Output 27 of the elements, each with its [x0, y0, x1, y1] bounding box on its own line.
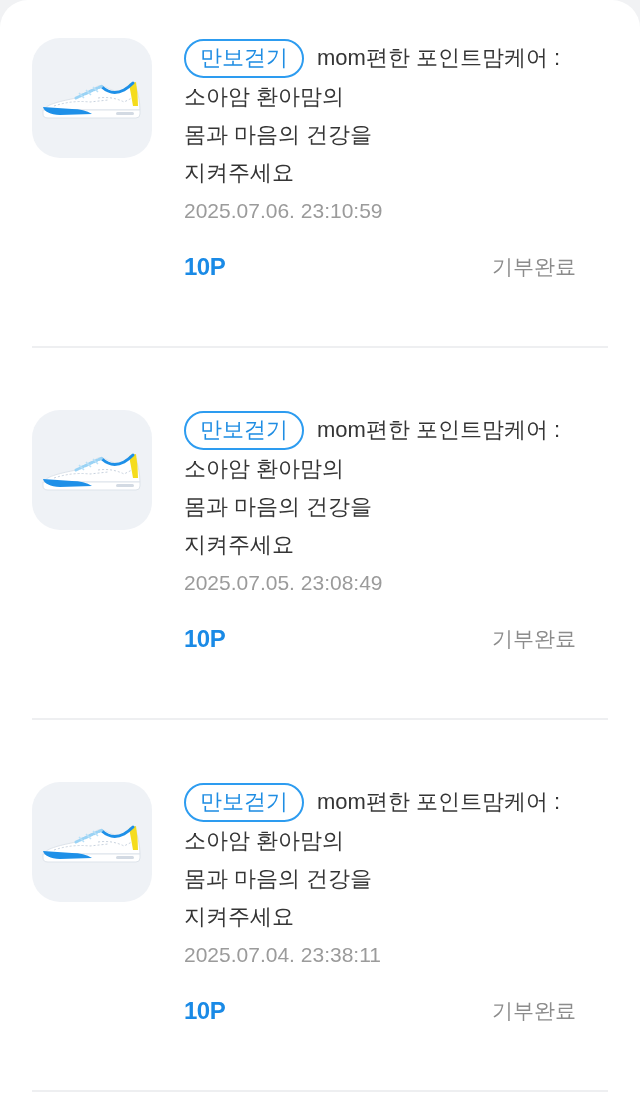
date-text: 2025.07.06. 23:10:59	[184, 198, 383, 224]
date-text: 2025.07.04. 23:38:11	[184, 942, 381, 968]
title-line: 지켜주세요	[184, 159, 294, 187]
title-line: 몸과 마음의 건강을	[184, 493, 373, 521]
title-line: mom편한 포인트맘케어 :	[317, 44, 561, 72]
title-line: 지켜주세요	[184, 903, 294, 931]
category-tag: 만보걷기	[184, 410, 304, 450]
title-line: 몸과 마음의 건강을	[184, 121, 373, 149]
points-amount: 10P	[184, 253, 226, 281]
date-text: 2025.07.05. 23:08:49	[184, 570, 383, 596]
status-label: 기부완료	[492, 998, 576, 1024]
status-label: 기부완료	[492, 626, 576, 652]
title-line: 소아암 환아맘의	[184, 827, 345, 855]
sneaker-icon	[32, 782, 152, 902]
sneaker-icon	[32, 410, 152, 530]
title-line: mom편한 포인트맘케어 :	[317, 788, 561, 816]
title-line: 소아암 환아맘의	[184, 455, 345, 483]
title-line: 몸과 마음의 건강을	[184, 865, 373, 893]
category-tag: 만보걷기	[184, 782, 304, 822]
points-amount: 10P	[184, 625, 226, 653]
category-tag: 만보걷기	[184, 38, 304, 78]
title-line: 지켜주세요	[184, 531, 294, 559]
title-line: 소아암 환아맘의	[184, 83, 345, 111]
title-line: mom편한 포인트맘케어 :	[317, 416, 561, 444]
points-amount: 10P	[184, 997, 226, 1025]
sneaker-icon	[32, 38, 152, 158]
status-label: 기부완료	[492, 254, 576, 280]
